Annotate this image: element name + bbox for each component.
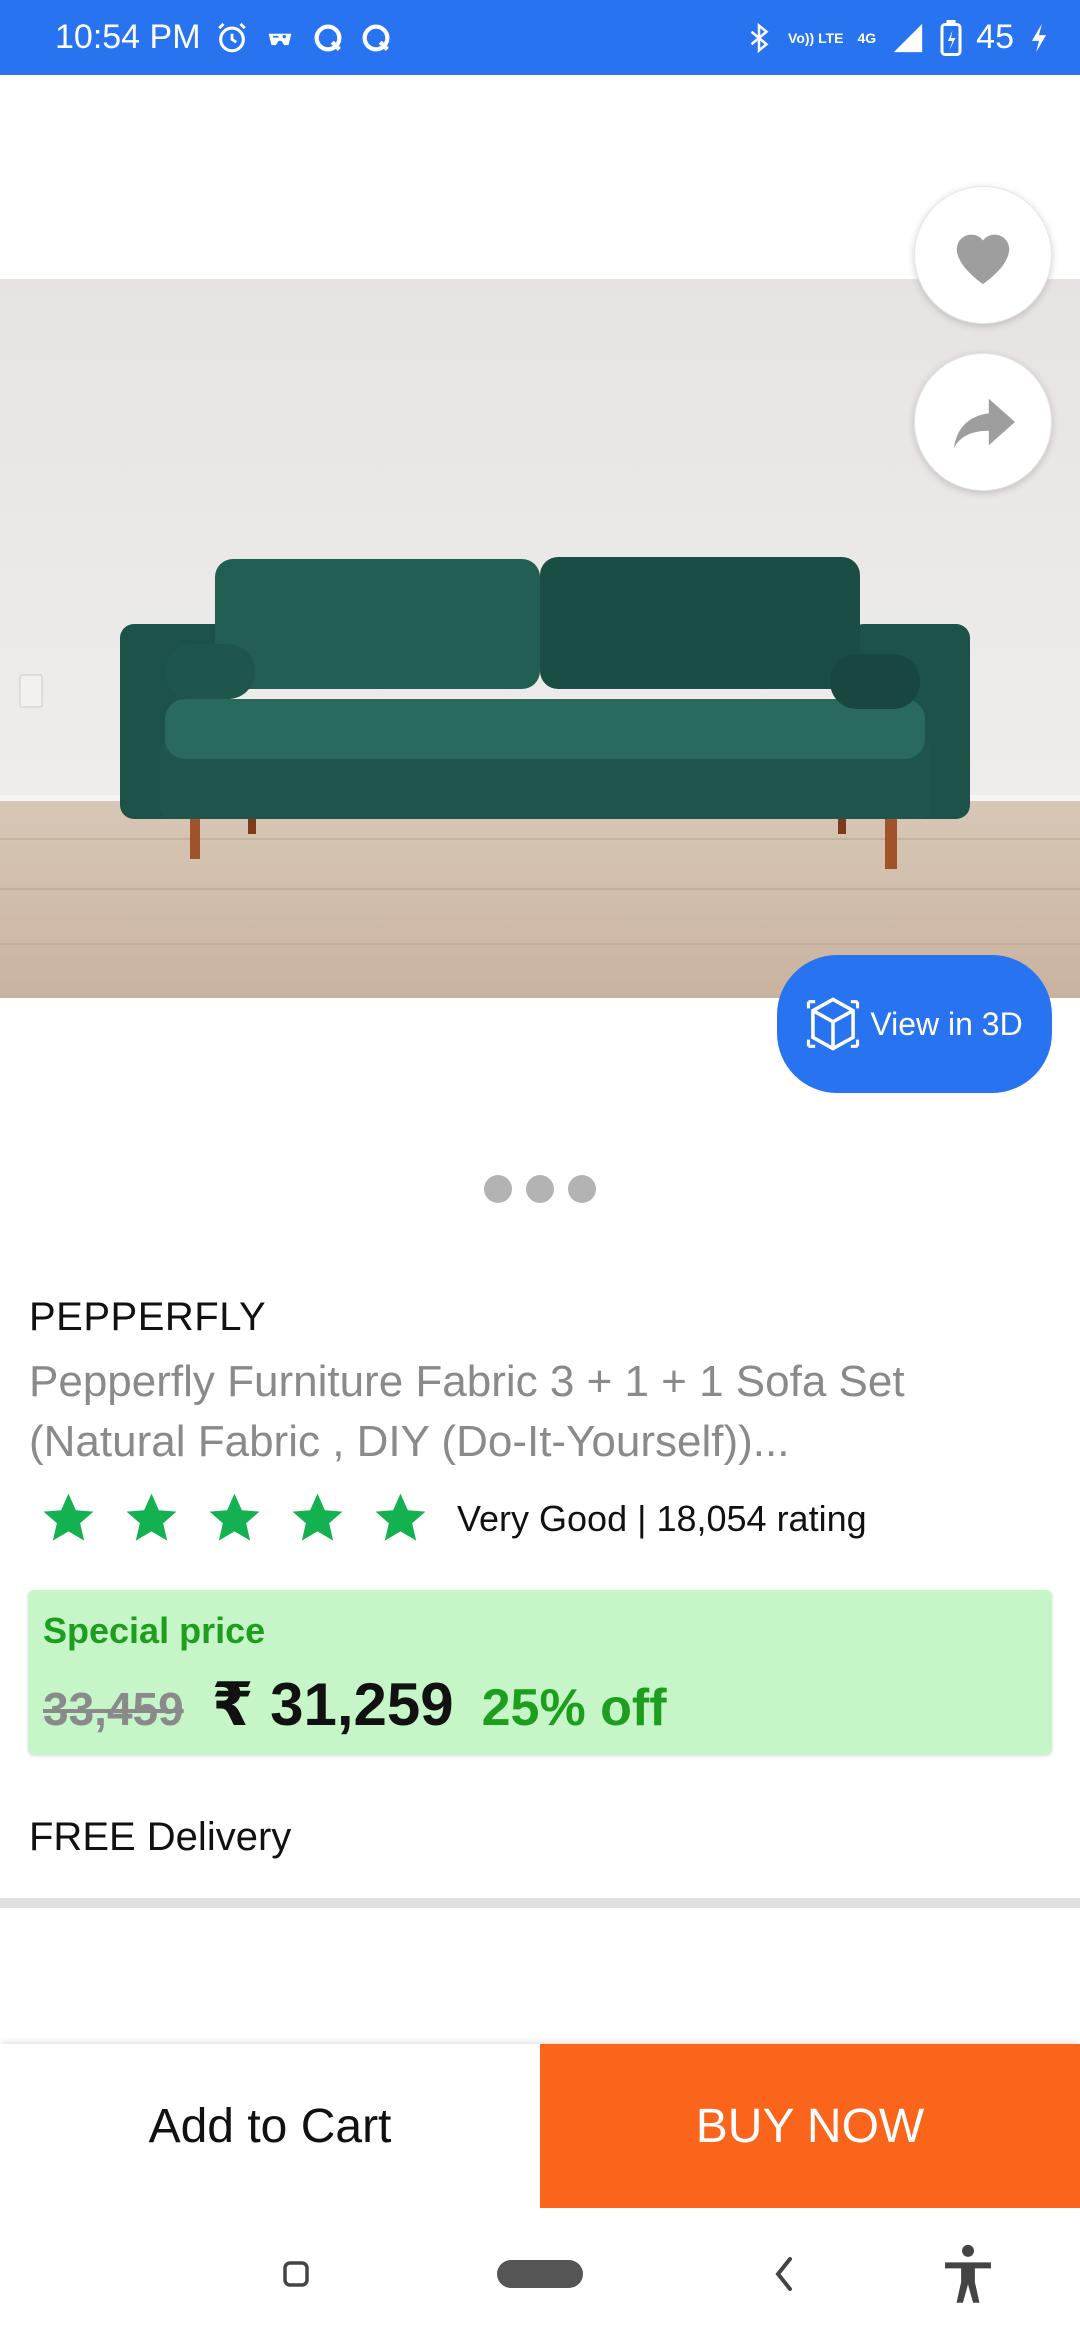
bluetooth-icon [744, 21, 774, 55]
star-icon [292, 1493, 343, 1541]
home-pill-icon[interactable] [497, 2260, 583, 2288]
game-controller-icon [263, 21, 297, 55]
quick-app-icon [311, 21, 345, 55]
cube-3d-icon [807, 997, 860, 1051]
status-bar: 10:54 PM Vo)) LTE 4G 45 [0, 0, 1080, 75]
section-divider [0, 1898, 1080, 1908]
pager-dot[interactable] [526, 1175, 554, 1203]
pager-dot[interactable] [568, 1175, 596, 1203]
battery-level: 45 [976, 18, 1014, 56]
volte-indicator: Vo)) LTE [788, 29, 844, 46]
rating-summary: Very Good | 18,054 rating [457, 1497, 867, 1539]
image-pager-dots[interactable] [0, 1175, 1080, 1203]
pager-dot[interactable] [484, 1175, 512, 1203]
product-title: Pepperfly Furniture Fabric 3 + 1 + 1 Sof… [29, 1357, 905, 1466]
current-price: ₹ 31,259 [211, 1671, 454, 1738]
buy-now-button[interactable]: BUY NOW [540, 2044, 1080, 2208]
add-to-cart-button[interactable]: Add to Cart [0, 2044, 540, 2208]
star-rating [40, 1490, 429, 1547]
recent-apps-icon[interactable] [282, 2260, 310, 2288]
share-icon [953, 398, 1015, 449]
discount-badge: 25% off [481, 1679, 667, 1737]
price-row: 33,459 ₹ 31,259 25% off [43, 1670, 667, 1740]
clock-time: 10:54 PM [55, 18, 201, 56]
charging-icon [1028, 21, 1050, 55]
star-icon [126, 1493, 177, 1541]
special-price-label: Special price [43, 1610, 266, 1651]
heart-icon [956, 234, 1010, 285]
product-image-gallery[interactable]: View in 3D [0, 75, 1080, 1203]
system-navigation-bar [0, 2208, 1080, 2340]
network-type: 4G [857, 29, 877, 46]
star-icon [375, 1493, 426, 1541]
alarm-icon [215, 21, 249, 55]
accessibility-icon[interactable] [940, 2244, 996, 2306]
price-section: Special price 33,459 ₹ 31,259 25% off [28, 1590, 1052, 1755]
battery-icon [940, 19, 962, 56]
bottom-action-bar: Add to Cart BUY NOW [0, 2044, 1080, 2208]
wishlist-button[interactable] [914, 186, 1052, 324]
signal-icon [890, 21, 926, 55]
brand-name[interactable]: PEPPERFLY [29, 1295, 266, 1340]
sofa-photo [0, 279, 1080, 998]
original-price: 33,459 [43, 1683, 184, 1735]
rating-row[interactable]: Very Good | 18,054 rating [40, 1490, 867, 1547]
product-image[interactable] [0, 279, 1080, 998]
view-in-3d-label: View in 3D [870, 1005, 1023, 1042]
quick-app-icon-2 [359, 21, 393, 55]
delivery-info: FREE Delivery [29, 1815, 292, 1859]
share-button[interactable] [914, 353, 1052, 491]
star-icon [209, 1493, 260, 1541]
view-in-3d-button[interactable]: View in 3D [777, 955, 1052, 1093]
star-icon [43, 1493, 94, 1541]
back-icon[interactable] [772, 2255, 796, 2293]
